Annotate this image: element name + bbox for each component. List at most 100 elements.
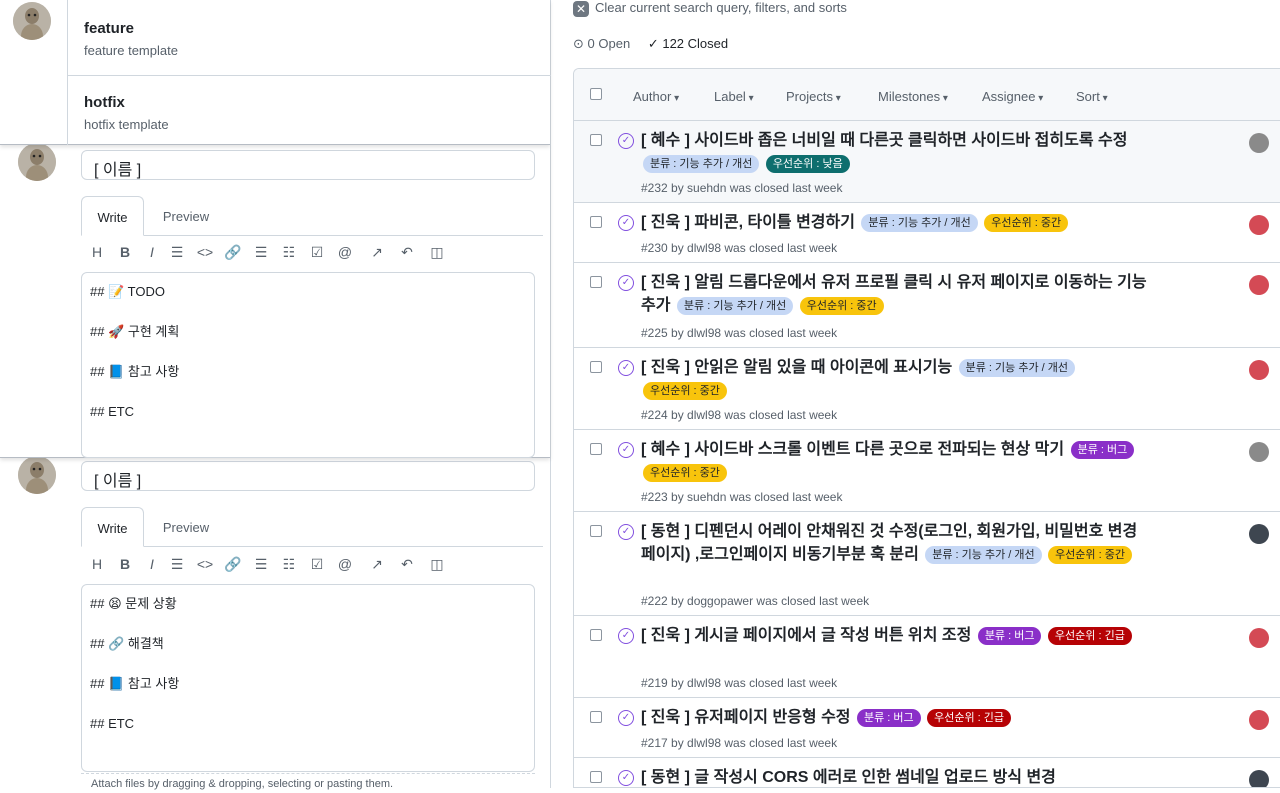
issue-label[interactable]: 우선순위 : 긴급	[1047, 627, 1132, 645]
issue-title[interactable]: [ 진욱 ] 파비콘, 타이틀 변경하기 분류 : 기능 추가 / 개선 우선순…	[641, 211, 1151, 234]
issue-title[interactable]: [ 진욱 ] 알림 드롭다운에서 유저 프로필 클릭 시 유저 페이지로 이동하…	[641, 271, 1151, 317]
task-list-icon[interactable]: ☑	[306, 241, 328, 263]
issue-checkbox[interactable]	[590, 711, 602, 723]
link-icon[interactable]: 🔗	[222, 553, 244, 575]
issue-title[interactable]: [ 혜수 ] 사이드바 스크롤 이벤트 다른 곳으로 전파되는 현상 막기 분류…	[641, 438, 1151, 484]
issue-title-text[interactable]: [ 진욱 ] 파비콘, 타이틀 변경하기	[641, 214, 855, 231]
assignee-avatar[interactable]	[1249, 442, 1269, 462]
template-option-feature[interactable]: feature feature template	[68, 0, 551, 76]
reference-icon[interactable]: ↗	[366, 241, 388, 263]
issue-title-text[interactable]: [ 진욱 ] 안읽은 알림 있을 때 아이콘에 표시기능	[641, 359, 952, 376]
filter-projects[interactable]: Projects	[786, 89, 841, 104]
issue-row[interactable]: ✓ [ 동현 ] 디펜던시 어레이 안채워진 것 수정(로그인, 회원가입, 비밀…	[574, 512, 1280, 616]
filter-label[interactable]: Label	[714, 89, 754, 104]
tab-write[interactable]: Write	[81, 196, 144, 236]
filter-milestones[interactable]: Milestones	[878, 89, 948, 104]
bold-icon[interactable]: B	[114, 553, 136, 575]
heading-icon[interactable]: H	[86, 553, 108, 575]
assignee-avatar[interactable]	[1249, 628, 1269, 648]
issue-label[interactable]: 분류 : 버그	[856, 709, 921, 727]
tab-preview[interactable]: Preview	[151, 507, 221, 547]
issue-title-text[interactable]: [ 혜수 ] 사이드바 스크롤 이벤트 다른 곳으로 전파되는 현상 막기	[641, 441, 1064, 458]
clear-filters-link[interactable]: ✕ Clear current search query, filters, an…	[573, 0, 847, 20]
issue-label[interactable]: 분류 : 기능 추가 / 개선	[643, 155, 760, 173]
issue-checkbox[interactable]	[590, 361, 602, 373]
issue-row[interactable]: ✓ [ 진욱 ] 게시글 페이지에서 글 작성 버튼 위치 조정 분류 : 버그 …	[574, 616, 1280, 698]
issue-title-text[interactable]: [ 혜수 ] 사이드바 좁은 너비일 때 다른곳 클릭하면 사이드바 접히도록 …	[641, 132, 1127, 149]
issue-label[interactable]: 우선순위 : 긴급	[927, 709, 1011, 727]
issue-title[interactable]: [ 혜수 ] 사이드바 좁은 너비일 때 다른곳 클릭하면 사이드바 접히도록 …	[641, 129, 1151, 175]
issue-label[interactable]: 분류 : 기능 추가 / 개선	[676, 297, 794, 315]
reply-icon[interactable]: ↶	[396, 241, 418, 263]
tab-write[interactable]: Write	[81, 507, 144, 547]
quote-icon[interactable]: ☰	[166, 553, 188, 575]
issue-title-input[interactable]: [ 이름 ]	[81, 150, 535, 180]
reference-icon[interactable]: ↗	[366, 553, 388, 575]
issue-checkbox[interactable]	[590, 443, 602, 455]
issue-checkbox[interactable]	[590, 629, 602, 641]
italic-icon[interactable]: I	[141, 553, 163, 575]
link-icon[interactable]: 🔗	[222, 241, 244, 263]
issue-checkbox[interactable]	[590, 276, 602, 288]
filter-sort[interactable]: Sort	[1076, 89, 1108, 104]
issue-checkbox[interactable]	[590, 525, 602, 537]
issue-title[interactable]: [ 동현 ] 디펜던시 어레이 안채워진 것 수정(로그인, 회원가입, 비밀번…	[641, 520, 1151, 566]
issue-checkbox[interactable]	[590, 771, 602, 783]
code-icon[interactable]: <>	[194, 553, 216, 575]
issue-title-text[interactable]: [ 진욱 ] 유저페이지 반응형 수정	[641, 709, 851, 726]
bold-icon[interactable]: B	[114, 241, 136, 263]
issue-label[interactable]: 우선순위 : 중간	[643, 464, 727, 482]
issue-label[interactable]: 분류 : 기능 추가 / 개선	[958, 359, 1075, 377]
code-icon[interactable]: <>	[194, 241, 216, 263]
saved-replies-icon[interactable]: ◫	[426, 553, 448, 575]
issue-label[interactable]: 우선순위 : 중간	[1048, 546, 1132, 564]
issue-row[interactable]: ✓ [ 진욱 ] 파비콘, 타이틀 변경하기 분류 : 기능 추가 / 개선 우선…	[574, 203, 1280, 263]
issue-checkbox[interactable]	[590, 216, 602, 228]
filter-author[interactable]: Author	[633, 89, 679, 104]
issue-body-textarea[interactable]: ## 📝 TODO ## 🚀 구현 계획 ## 📘 참고 사항 ## ETC	[81, 272, 535, 458]
assignee-avatar[interactable]	[1249, 215, 1269, 235]
issue-label[interactable]: 우선순위 : 중간	[799, 297, 884, 315]
mention-icon[interactable]: @	[334, 553, 356, 575]
template-option-hotfix[interactable]: hotfix hotfix template	[68, 76, 551, 148]
assignee-avatar[interactable]	[1249, 524, 1269, 544]
bulleted-list-icon[interactable]: ☰	[250, 241, 272, 263]
select-all-checkbox[interactable]	[590, 88, 602, 100]
open-issues-tab[interactable]: ⊙ 0 Open	[573, 36, 630, 51]
filter-assignee[interactable]: Assignee	[982, 89, 1043, 104]
task-list-icon[interactable]: ☑	[306, 553, 328, 575]
issue-label[interactable]: 분류 : 버그	[1070, 441, 1135, 459]
issue-label[interactable]: 분류 : 버그	[977, 627, 1042, 645]
issue-title-input[interactable]: [ 이름 ]	[81, 461, 535, 491]
issue-title-text[interactable]: [ 동현 ] 글 작성시 CORS 에러로 인한 썸네일 업로드 방식 변경	[641, 769, 1056, 786]
reply-icon[interactable]: ↶	[396, 553, 418, 575]
issue-row[interactable]: ✓ [ 혜수 ] 사이드바 스크롤 이벤트 다른 곳으로 전파되는 현상 막기 분…	[574, 430, 1280, 512]
assignee-avatar[interactable]	[1249, 133, 1269, 153]
italic-icon[interactable]: I	[141, 241, 163, 263]
issue-title[interactable]: [ 진욱 ] 안읽은 알림 있을 때 아이콘에 표시기능 분류 : 기능 추가 …	[641, 356, 1151, 402]
bulleted-list-icon[interactable]: ☰	[250, 553, 272, 575]
saved-replies-icon[interactable]: ◫	[426, 241, 448, 263]
issue-row[interactable]: ✓ [ 동현 ] 글 작성시 CORS 에러로 인한 썸네일 업로드 방식 변경	[574, 758, 1280, 787]
attach-files-hint[interactable]: Attach files by dragging & dropping, sel…	[81, 773, 535, 793]
tab-preview[interactable]: Preview	[151, 196, 221, 236]
issue-label[interactable]: 우선순위 : 낮음	[765, 155, 850, 173]
issue-title[interactable]: [ 동현 ] 글 작성시 CORS 에러로 인한 썸네일 업로드 방식 변경	[641, 766, 1151, 787]
issue-row[interactable]: ✓ [ 진욱 ] 안읽은 알림 있을 때 아이콘에 표시기능 분류 : 기능 추가…	[574, 348, 1280, 430]
issue-title[interactable]: [ 진욱 ] 게시글 페이지에서 글 작성 버튼 위치 조정 분류 : 버그 우…	[641, 624, 1151, 647]
issue-title-text[interactable]: [ 진욱 ] 게시글 페이지에서 글 작성 버튼 위치 조정	[641, 627, 971, 644]
issue-title[interactable]: [ 진욱 ] 유저페이지 반응형 수정 분류 : 버그 우선순위 : 긴급	[641, 706, 1151, 729]
assignee-avatar[interactable]	[1249, 770, 1269, 787]
issue-label[interactable]: 우선순위 : 중간	[643, 382, 727, 400]
quote-icon[interactable]: ☰	[166, 241, 188, 263]
assignee-avatar[interactable]	[1249, 710, 1269, 730]
issue-checkbox[interactable]	[590, 134, 602, 146]
mention-icon[interactable]: @	[334, 241, 356, 263]
issue-row[interactable]: ✓ [ 진욱 ] 유저페이지 반응형 수정 분류 : 버그 우선순위 : 긴급 #2…	[574, 698, 1280, 758]
issue-body-textarea[interactable]: ## 😫 문제 상황 ## 🔗 해결책 ## 📘 참고 사항 ## ETC	[81, 584, 535, 772]
assignee-avatar[interactable]	[1249, 275, 1269, 295]
issue-label[interactable]: 우선순위 : 중간	[984, 214, 1069, 232]
issue-row[interactable]: ✓ [ 혜수 ] 사이드바 좁은 너비일 때 다른곳 클릭하면 사이드바 접히도록…	[574, 121, 1280, 203]
issue-label[interactable]: 분류 : 기능 추가 / 개선	[925, 546, 1042, 564]
closed-issues-tab[interactable]: ✓ 122 Closed	[648, 36, 728, 51]
